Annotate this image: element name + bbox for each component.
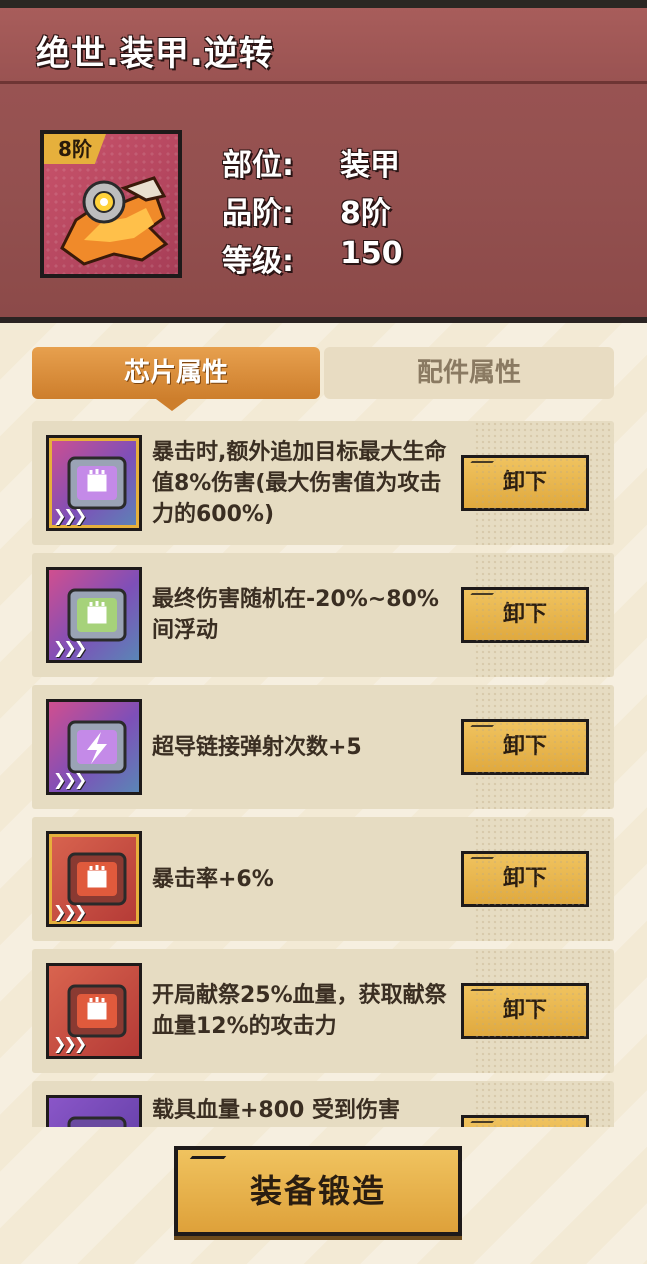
chip-description: 暴击率+6% <box>152 866 274 892</box>
level-value: 150 <box>340 236 403 271</box>
unload-button[interactable]: 卸下 <box>461 455 589 511</box>
tab-accessory-attributes[interactable]: 配件属性 <box>324 347 614 399</box>
chip-list[interactable]: ❯❯❯ 暴击时,额外追加目标最大生命值8%伤害(最大伤害值为攻击力的600%) … <box>32 421 614 1127</box>
chip-description: 暴击时,额外追加目标最大生命值8%伤害(最大伤害值为攻击力的600%) <box>152 439 447 527</box>
unload-button[interactable]: 卸下 <box>461 587 589 643</box>
attribute-panel: 芯片属性 配件属性 ❯❯❯ 暴击时,额外追加目标最大生命值8%伤害(最大伤害值为… <box>0 320 647 1264</box>
info-row-slot: 部位: 装甲 <box>222 140 400 184</box>
lightning-chip-icon: ❯❯❯ <box>46 699 142 795</box>
info-row-level: 等级: 150 <box>222 236 403 280</box>
rank-chevron-icon: ❯❯❯ <box>53 902 87 921</box>
armor-gear-icon <box>60 176 169 266</box>
chip-description: 最终伤害随机在-20%~80%间浮动 <box>152 587 439 643</box>
level-label: 等级: <box>222 244 294 279</box>
grade-label: 品阶: <box>222 196 294 231</box>
chip-description: 超导链接弹射次数+5 <box>152 734 362 760</box>
chip-description: 开局献祭25%血量，获取献祭血量12%的攻击力 <box>152 983 447 1039</box>
equipment-header: 绝世.装甲.逆转 8阶 部位: 装甲 品阶: 8阶 等级: 150 <box>0 8 647 320</box>
rank-chevron-icon: ❯❯❯ <box>53 506 87 525</box>
rank-chevron-icon: ❯❯❯ <box>53 770 87 789</box>
tab-chip-attributes[interactable]: 芯片属性 <box>32 347 320 411</box>
chip-description: 载具血量+800 受到伤害 <box>152 1098 401 1123</box>
tab-bar: 芯片属性 配件属性 <box>32 347 614 411</box>
fist-chip-icon: ❯❯❯ <box>46 567 142 663</box>
equipment-icon-frame: 8阶 <box>40 130 182 278</box>
rank-chevron-icon: ❯❯❯ <box>53 638 87 657</box>
unload-button[interactable]: 卸下 <box>461 719 589 775</box>
slot-value: 装甲 <box>340 148 400 183</box>
fist-chip-icon: ❯❯❯ <box>46 963 142 1059</box>
unload-button[interactable]: 卸下 <box>461 851 589 907</box>
list-item: ❯❯❯ 开局献祭25%血量，获取献祭血量12%的攻击力 卸下 <box>32 949 614 1073</box>
grade-value: 8阶 <box>340 196 391 231</box>
tier-badge: 8阶 <box>44 134 106 164</box>
fist-chip-icon: ❯❯❯ <box>46 831 142 927</box>
game-screen: 绝世.装甲.逆转 8阶 部位: 装甲 品阶: 8阶 等级: 150 芯片属性 配… <box>0 0 647 1264</box>
list-item: ❯❯❯ 暴击率+6% 卸下 <box>32 817 614 941</box>
title-bar: 绝世.装甲.逆转 <box>0 8 647 84</box>
fist-chip-icon: ❯❯❯ <box>46 435 142 531</box>
list-item: ❯❯❯ 暴击时,额外追加目标最大生命值8%伤害(最大伤害值为攻击力的600%) … <box>32 421 614 545</box>
unload-button[interactable]: 卸下 <box>461 983 589 1039</box>
list-item: ❯❯❯ 超导链接弹射次数+5 卸下 <box>32 685 614 809</box>
list-item: ❯❯❯ 最终伤害随机在-20%~80%间浮动 卸下 <box>32 553 614 677</box>
equipment-title: 绝世.装甲.逆转 <box>36 34 274 74</box>
slot-label: 部位: <box>222 148 294 183</box>
rank-chevron-icon: ❯❯❯ <box>53 1034 87 1053</box>
unload-button[interactable]: 卸下 <box>461 1115 589 1127</box>
list-item: 载具血量+800 受到伤害 卸下 <box>32 1081 614 1127</box>
info-row-grade: 品阶: 8阶 <box>222 188 391 232</box>
equipment-forge-button[interactable]: 装备锻造 <box>174 1146 462 1236</box>
fist-chip-icon <box>46 1095 142 1127</box>
